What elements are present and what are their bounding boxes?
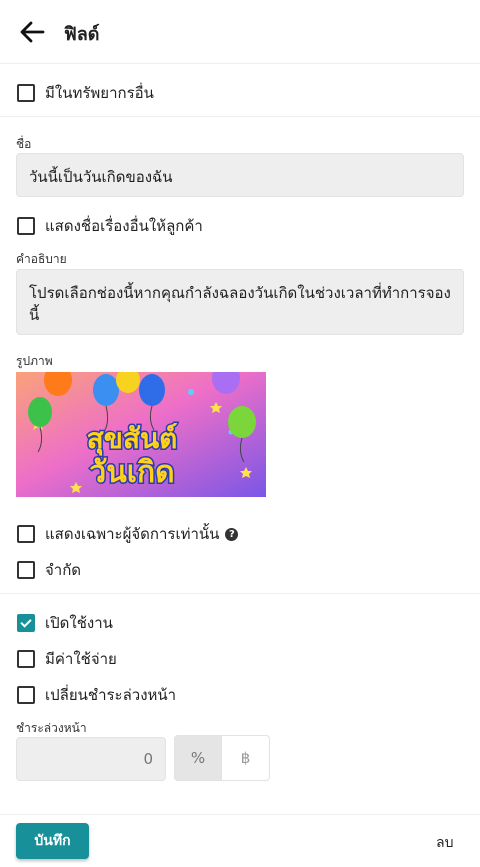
back-arrow-icon[interactable]	[18, 18, 46, 46]
divider	[0, 116, 480, 117]
change-deposit-checkbox[interactable]: เปลี่ยนชำระล่วงหน้า	[17, 683, 176, 707]
enabled-checkbox[interactable]: เปิดใช้งาน	[17, 611, 113, 635]
enabled-label: เปิดใช้งาน	[45, 614, 113, 632]
other-resources-label: มีในทรัพยากรอื่น	[45, 84, 154, 102]
show-other-title-label: แสดงชื่อเรื่องอื่นให้ลูกค้า	[45, 217, 203, 235]
admin-only-label: แสดงเฉพาะผู้จัดการเท่านั้น	[45, 525, 220, 543]
checkbox-box[interactable]	[17, 84, 35, 102]
has-cost-checkbox[interactable]: มีค่าใช้จ่าย	[17, 647, 117, 671]
admin-only-checkbox[interactable]: แสดงเฉพาะผู้จัดการเท่านั้น ?	[17, 522, 239, 546]
image-text-line1: สุขสันต์	[87, 422, 178, 456]
show-other-title-checkbox[interactable]: แสดงชื่อเรื่องอื่นให้ลูกค้า	[17, 214, 203, 238]
image-text-line2: วันเกิด	[89, 455, 174, 490]
checkbox-box[interactable]	[17, 217, 35, 235]
checkbox-box[interactable]	[17, 686, 35, 704]
name-label: ชื่อ	[16, 137, 32, 151]
name-input[interactable]: วันนี้เป็นวันเกิดของฉัน	[16, 153, 464, 197]
footer-divider	[0, 814, 480, 815]
image-label: รูปภาพ	[16, 354, 53, 368]
limited-checkbox[interactable]: จำกัด	[17, 558, 81, 582]
baht-toggle-button[interactable]: ฿	[221, 735, 270, 781]
deposit-amount-input[interactable]: 0	[16, 737, 166, 781]
other-resources-checkbox[interactable]: มีในทรัพยากรอื่น	[17, 81, 154, 105]
checkbox-box[interactable]	[17, 561, 35, 579]
limited-label: จำกัด	[45, 561, 82, 579]
divider	[0, 593, 480, 594]
has-cost-label: มีค่าใช้จ่าย	[45, 650, 117, 668]
delete-button[interactable]: ลบ	[436, 832, 453, 854]
description-label: คำอธิบาย	[16, 252, 67, 266]
checkbox-box[interactable]	[17, 650, 35, 668]
description-textarea[interactable]: โปรดเลือกช่องนี้หากคุณกำลังฉลองวันเกิดใน…	[16, 269, 464, 335]
checkbox-checked[interactable]	[17, 614, 35, 632]
birthday-image[interactable]: สุขสันต์ วันเกิด	[16, 372, 266, 497]
header: ฟิลด์	[0, 0, 480, 64]
help-icon[interactable]: ?	[225, 527, 239, 541]
percent-toggle-button[interactable]: %	[174, 735, 222, 781]
page-title: ฟิลด์	[64, 24, 100, 45]
change-deposit-label: เปลี่ยนชำระล่วงหน้า	[45, 686, 177, 704]
checkbox-box[interactable]	[17, 525, 35, 543]
save-button[interactable]: บันทึก	[16, 823, 89, 859]
deposit-label: ชำระล่วงหน้า	[16, 721, 87, 735]
